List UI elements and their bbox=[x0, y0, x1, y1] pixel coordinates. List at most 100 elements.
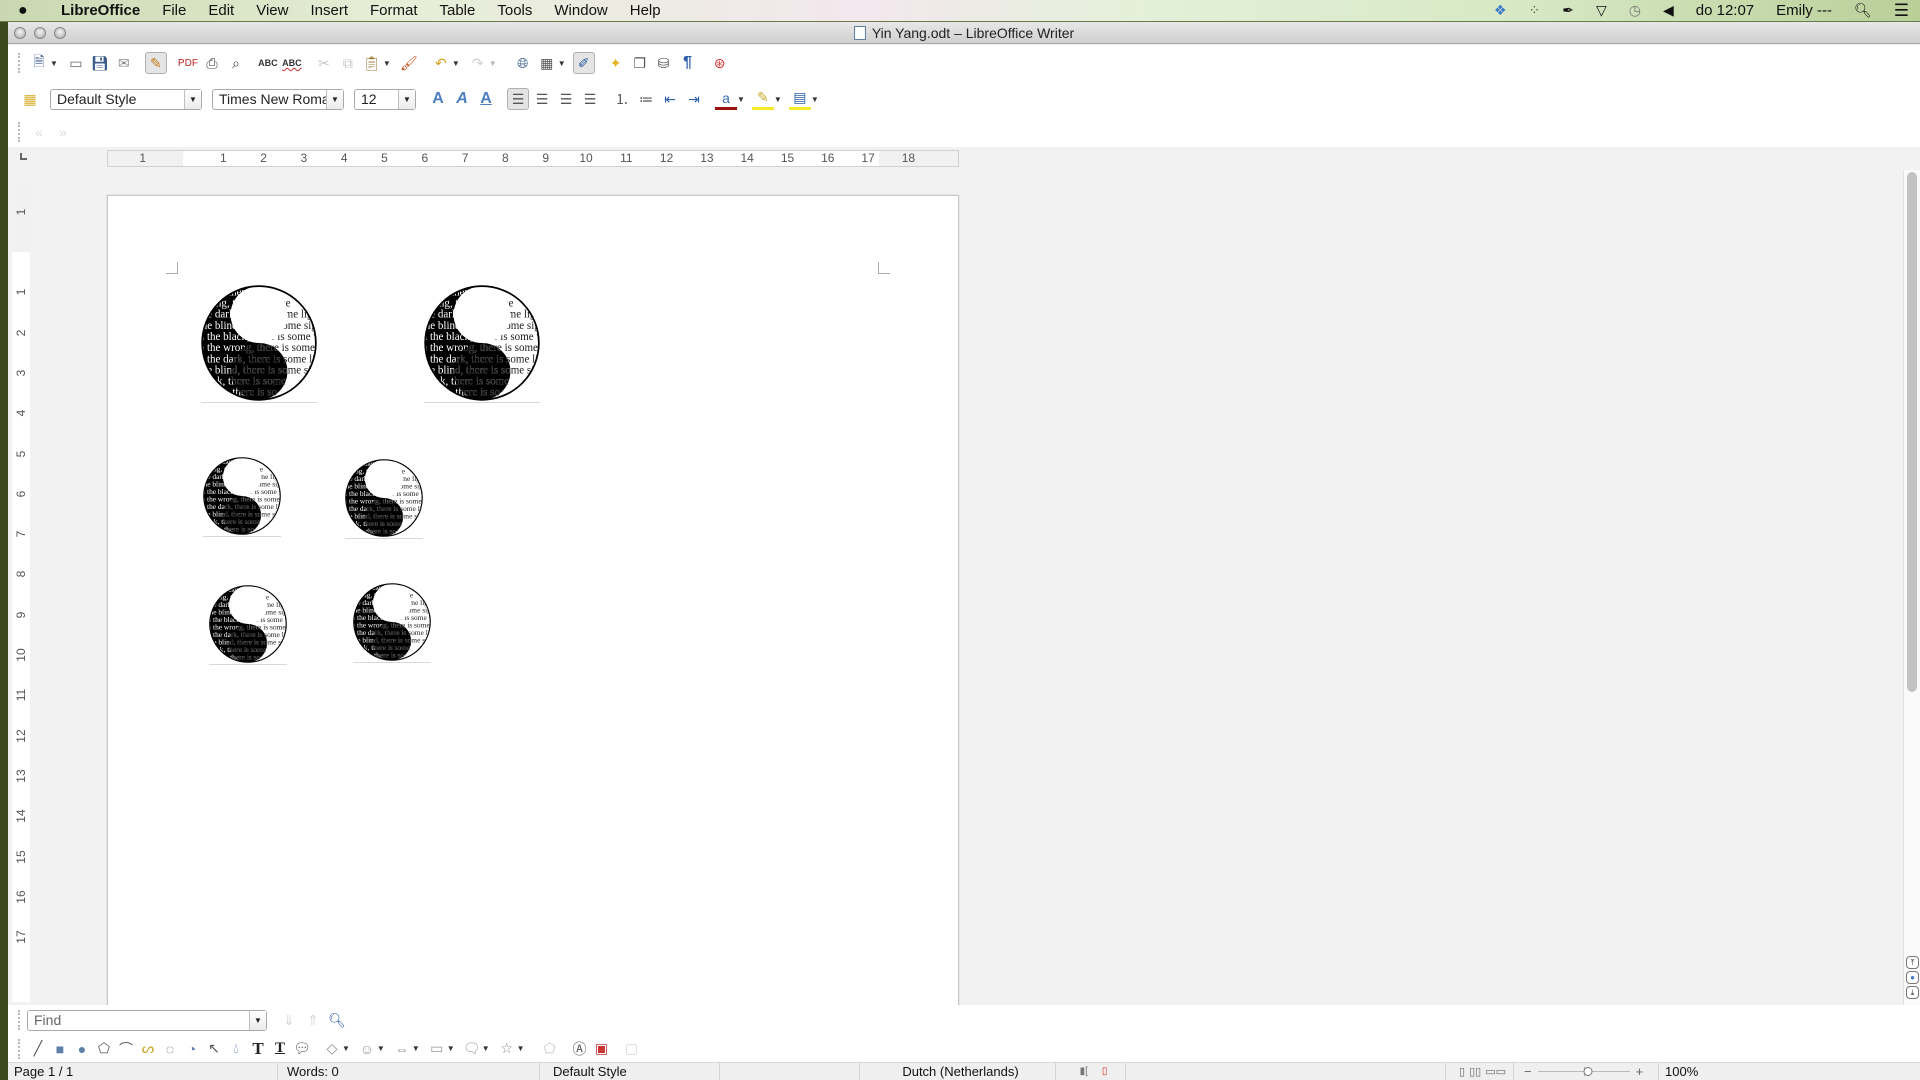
new-document-icon[interactable]: 🗎 bbox=[28, 52, 50, 74]
tab-type-selector[interactable] bbox=[20, 153, 27, 160]
gallery-icon[interactable]: ❐ bbox=[629, 52, 651, 74]
increase-indent-icon[interactable]: ⇥ bbox=[683, 88, 705, 110]
print-preview-icon[interactable]: ⌕ bbox=[225, 52, 247, 74]
navigation-icon[interactable]: ● bbox=[1906, 971, 1919, 984]
email-icon[interactable]: ✉ bbox=[113, 52, 135, 74]
callout-shapes-dropdown-icon[interactable]: ▼ bbox=[482, 1044, 490, 1053]
previous-page-icon[interactable]: ⤒ bbox=[1906, 956, 1919, 969]
document-area[interactable]: black, there is wrong, there is some the d… bbox=[32, 187, 1903, 1005]
clone-formatting-icon[interactable]: 🖌︎ bbox=[398, 52, 420, 74]
chevron-down-icon[interactable]: ▼ bbox=[326, 89, 343, 109]
toolbar-grip[interactable] bbox=[18, 53, 21, 73]
justify-icon[interactable]: ☰ bbox=[579, 88, 601, 110]
background-color-dropdown-icon[interactable]: ▼ bbox=[811, 95, 819, 104]
menu-format[interactable]: Format bbox=[359, 0, 429, 22]
ellipse-icon[interactable]: ● bbox=[72, 1038, 92, 1060]
stars-icon[interactable]: ☆ bbox=[497, 1038, 517, 1060]
cut-icon[interactable]: ✂ bbox=[313, 52, 335, 74]
yin-yang-image[interactable]: black, there is wrong, there is some the d… bbox=[201, 285, 317, 405]
auto-spellcheck-icon[interactable]: ABC bbox=[281, 52, 303, 74]
menu-tools[interactable]: Tools bbox=[486, 0, 543, 22]
text-icon[interactable]: T bbox=[248, 1038, 268, 1060]
print-icon[interactable]: ⎙ bbox=[201, 52, 223, 74]
navigator-icon[interactable]: ✦ bbox=[605, 52, 627, 74]
font-color-icon[interactable]: a bbox=[715, 88, 737, 110]
numbering-icon[interactable]: ⒈ bbox=[611, 88, 633, 110]
wifi-icon[interactable]: ▽ bbox=[1585, 2, 1618, 19]
find-replace-icon[interactable]: 🔍︎ bbox=[326, 1009, 348, 1031]
toolbar-grip[interactable] bbox=[18, 122, 21, 142]
chevron-down-icon[interactable]: ▼ bbox=[249, 1010, 266, 1030]
open-folder-icon[interactable]: ▭ bbox=[65, 52, 87, 74]
underline-icon[interactable]: A bbox=[475, 88, 497, 110]
symbol-shapes-dropdown-icon[interactable]: ▼ bbox=[377, 1044, 385, 1053]
insert-mode-icon[interactable]: ▮[ bbox=[1080, 1066, 1088, 1077]
chevron-down-icon[interactable]: ▼ bbox=[184, 89, 201, 109]
menu-edit[interactable]: Edit bbox=[197, 0, 245, 22]
undo-dropdown-icon[interactable]: ▼ bbox=[452, 59, 460, 68]
callout-shapes-icon[interactable]: 🗨︎ bbox=[462, 1038, 482, 1060]
styles-and-formatting-icon[interactable]: ▦ bbox=[19, 88, 41, 110]
highlighting-icon[interactable]: ✎ bbox=[751, 88, 774, 110]
zoom-slider-knob[interactable] bbox=[1583, 1067, 1593, 1076]
chevron-down-icon[interactable]: ▼ bbox=[398, 89, 415, 109]
paste-icon[interactable]: 📋︎ bbox=[361, 52, 383, 74]
bold-icon[interactable]: A bbox=[427, 88, 449, 110]
yin-yang-image[interactable]: black, there is wrong, there is some the d… bbox=[203, 457, 281, 539]
book-view-icon[interactable]: ▭▭ bbox=[1485, 1065, 1506, 1078]
paste-dropdown-icon[interactable]: ▼ bbox=[383, 59, 391, 68]
notification-list-icon[interactable]: ☰ bbox=[1883, 1, 1920, 21]
edit-mode-icon[interactable]: ✎ bbox=[144, 52, 167, 74]
document-page[interactable]: black, there is wrong, there is some the d… bbox=[107, 195, 959, 1005]
find-next-icon[interactable]: ⇓ bbox=[278, 1009, 300, 1031]
insert-image-icon[interactable]: ▣ bbox=[592, 1038, 612, 1060]
find-previous-icon[interactable]: ⇑ bbox=[302, 1009, 324, 1031]
back-icon[interactable]: « bbox=[28, 121, 50, 143]
apple-icon[interactable]: ● bbox=[18, 2, 38, 20]
copy-icon[interactable]: ⧉ bbox=[337, 52, 359, 74]
help-icon[interactable]: ⊛ bbox=[709, 52, 731, 74]
arc-icon[interactable]: ◌ bbox=[160, 1038, 180, 1060]
scrollbar-thumb[interactable] bbox=[1907, 172, 1917, 692]
fill-icon[interactable]: 💧︎ bbox=[226, 1038, 246, 1060]
vertical-text-icon[interactable]: T bbox=[270, 1038, 290, 1060]
menu-window[interactable]: Window bbox=[543, 0, 618, 22]
pen-icon[interactable]: ✒ bbox=[1551, 2, 1585, 19]
freeform-line-icon[interactable]: ᔕ bbox=[138, 1038, 158, 1060]
zoom-out-icon[interactable]: − bbox=[1524, 1064, 1532, 1079]
hyperlink-icon[interactable]: 🌐︎ bbox=[512, 52, 534, 74]
block-arrows-dropdown-icon[interactable]: ▼ bbox=[412, 1044, 420, 1053]
clock[interactable]: do 12:07 bbox=[1685, 2, 1765, 19]
single-page-view-icon[interactable]: ▯ bbox=[1459, 1065, 1465, 1078]
undo-icon[interactable]: ↶ bbox=[430, 52, 452, 74]
zoom-percent[interactable]: 100% bbox=[1659, 1063, 1719, 1080]
select-icon[interactable]: ↖ bbox=[204, 1038, 224, 1060]
yin-yang-image[interactable]: black, there is wrong, there is some the d… bbox=[424, 285, 540, 405]
italic-icon[interactable]: A bbox=[451, 88, 473, 110]
page-count[interactable]: Page 1 / 1 bbox=[8, 1063, 278, 1080]
new-dropdown-icon[interactable]: ▼ bbox=[50, 59, 58, 68]
user-menu[interactable]: Emily --- bbox=[1765, 2, 1843, 19]
align-center-icon[interactable]: ☰ bbox=[531, 88, 553, 110]
align-left-icon[interactable]: ☰ bbox=[507, 88, 529, 110]
menu-table[interactable]: Table bbox=[429, 0, 487, 22]
minimize-window-button[interactable] bbox=[34, 27, 46, 39]
document-modified-icon[interactable]: ▯ bbox=[1102, 1066, 1108, 1077]
extrusion-icon[interactable]: ▢ bbox=[622, 1038, 642, 1060]
export-pdf-icon[interactable]: PDF bbox=[177, 52, 199, 74]
highlighting-dropdown-icon[interactable]: ▼ bbox=[774, 95, 782, 104]
background-color-icon[interactable]: ▤ bbox=[788, 88, 811, 110]
decrease-indent-icon[interactable]: ⇤ bbox=[659, 88, 681, 110]
spotlight-icon[interactable]: 🔍︎ bbox=[1843, 2, 1883, 19]
forward-icon[interactable]: » bbox=[52, 121, 74, 143]
callout-icon[interactable]: 💬︎ bbox=[292, 1038, 312, 1060]
close-window-button[interactable] bbox=[14, 27, 26, 39]
zoom-window-button[interactable] bbox=[54, 27, 66, 39]
menu-view[interactable]: View bbox=[245, 0, 299, 22]
data-sources-icon[interactable]: ⛁ bbox=[653, 52, 675, 74]
horizontal-ruler[interactable]: 1 1 2 3 4 5 6 7 8 9 10 11 12 13 14 15 16 17 18 bbox=[107, 150, 959, 167]
rectangle-icon[interactable]: ■ bbox=[50, 1038, 70, 1060]
zoom-in-icon[interactable]: + bbox=[1636, 1064, 1644, 1079]
yin-yang-image[interactable]: black, there is wrong, there is some the d… bbox=[209, 585, 287, 667]
language[interactable]: Dutch (Netherlands) bbox=[860, 1063, 1056, 1080]
